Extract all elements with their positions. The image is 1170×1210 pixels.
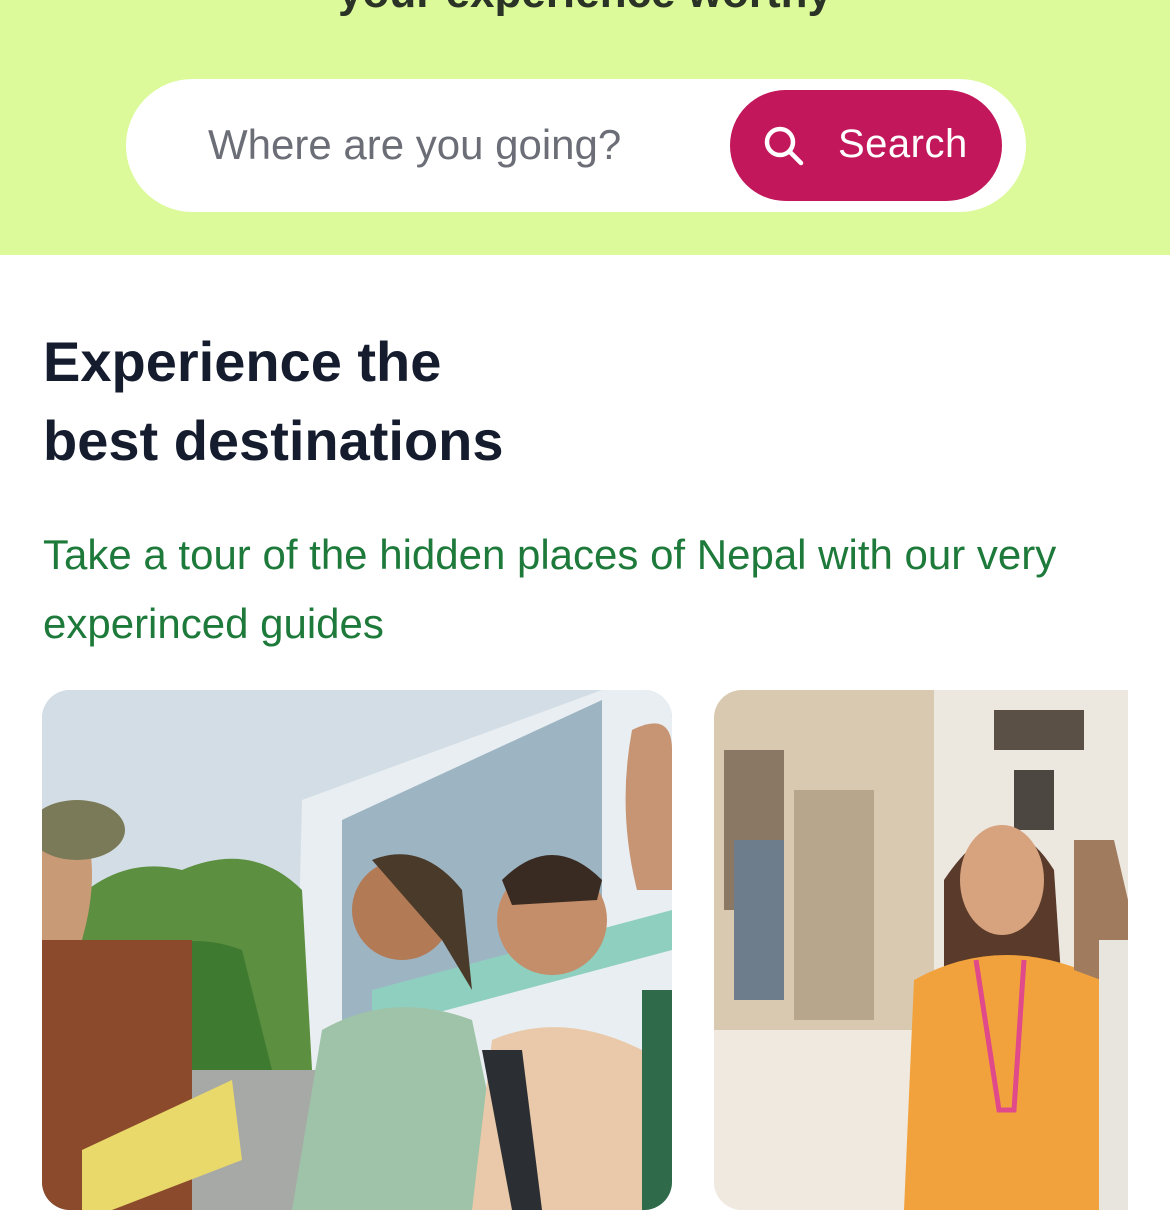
search-button-label: Search (838, 122, 968, 166)
destination-card-old-town[interactable] (714, 690, 1128, 1210)
search-input[interactable] (208, 109, 718, 181)
destination-card-tour-group[interactable] (42, 690, 672, 1210)
hero-heading: your experience worthy (0, 0, 1170, 18)
smiling-guide-in-old-town-photo (714, 690, 1128, 1210)
section-subtitle: Take a tour of the hidden places of Nepa… (43, 531, 1057, 647)
search-bar: Search (126, 79, 1026, 212)
search-button[interactable]: Search (730, 90, 1002, 201)
search-icon (762, 124, 806, 168)
tour-guide-with-group-photo (42, 690, 672, 1210)
section-title-line-2: best destinations (43, 409, 504, 472)
section-title-line-1: Experience the (43, 330, 442, 393)
section-title: Experience the best destinations (43, 322, 743, 480)
hero-banner: your experience worthy Search (0, 0, 1170, 255)
